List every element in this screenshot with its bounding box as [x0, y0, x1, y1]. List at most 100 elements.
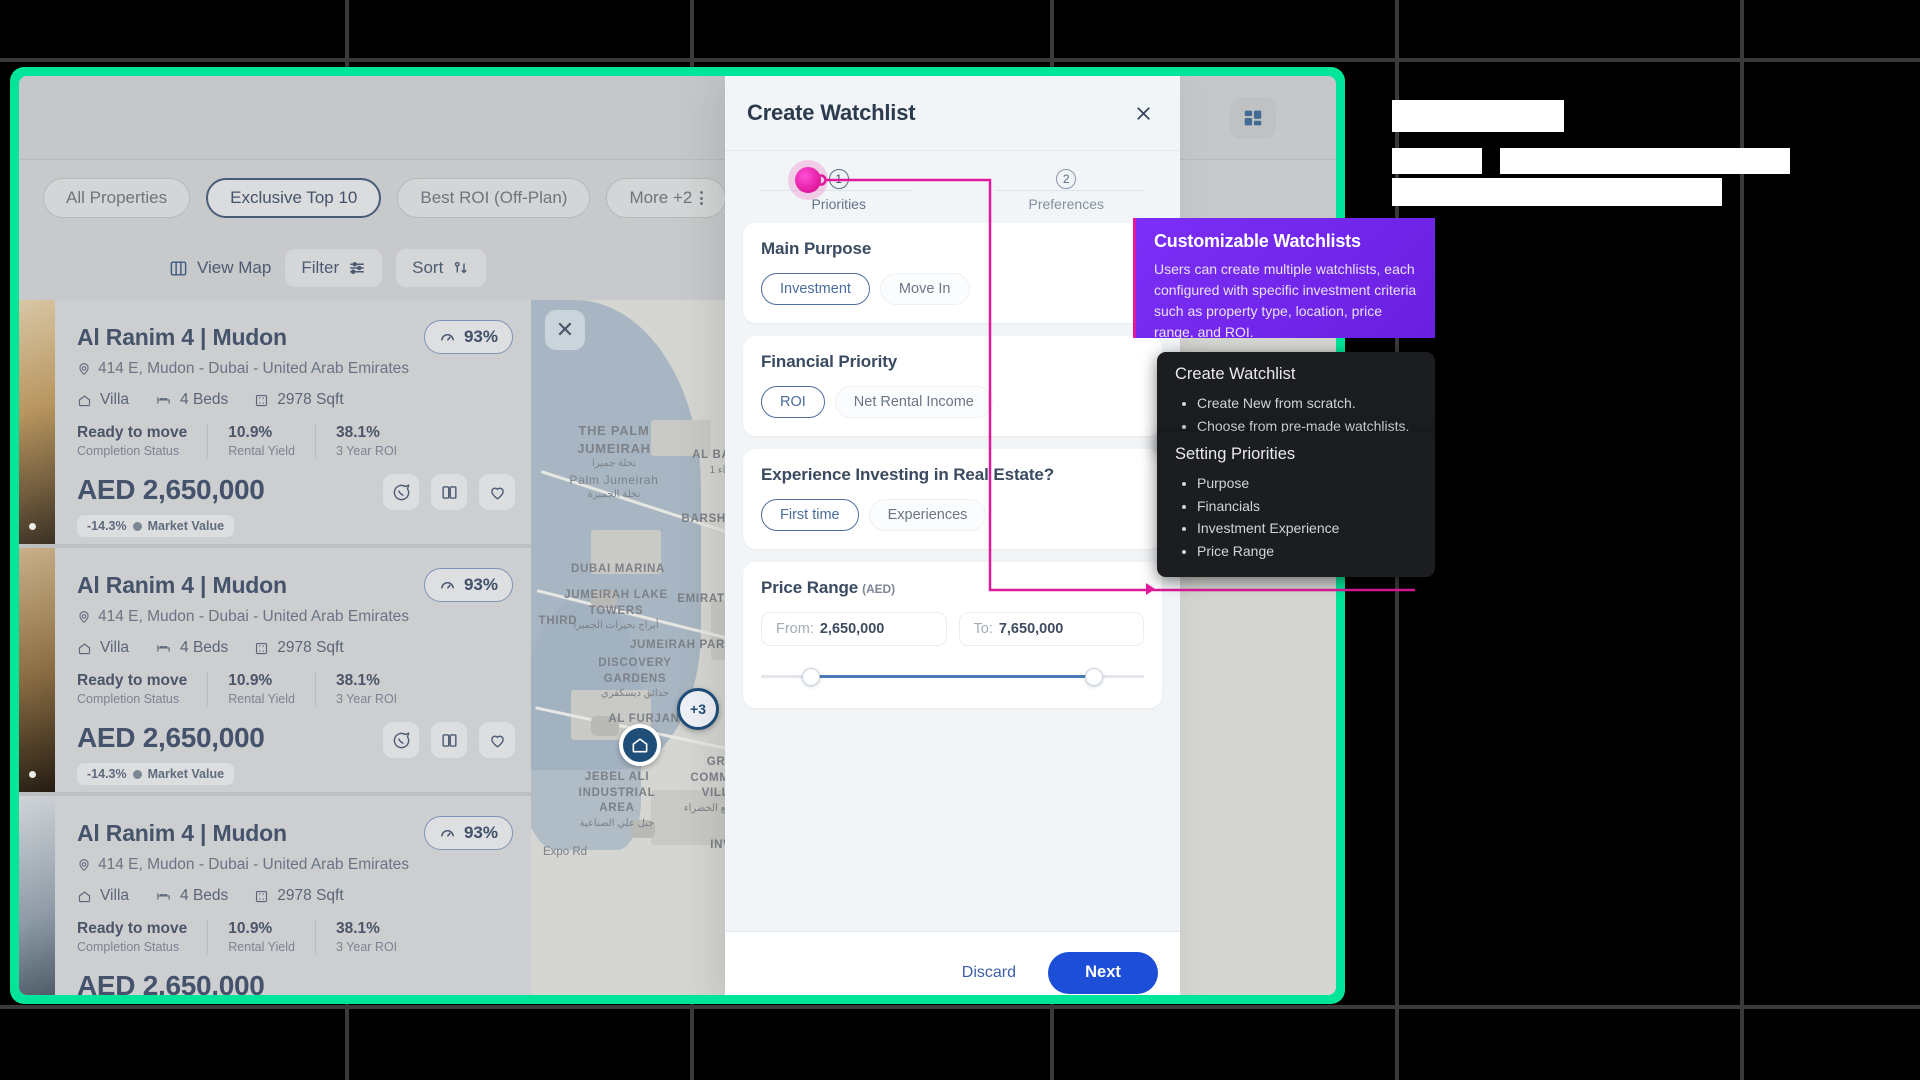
grid-layout-icon[interactable] — [1230, 97, 1276, 139]
spec-type: Villa — [77, 391, 129, 409]
app-viewport: All Properties Exclusive Top 10 Best ROI… — [19, 76, 1336, 995]
card-action-row — [383, 722, 515, 758]
next-button[interactable]: Next — [1048, 951, 1158, 994]
tooltip-item: Purpose — [1197, 472, 1417, 495]
spec-type-text: Villa — [100, 391, 130, 408]
step-number-text: 1 — [835, 171, 843, 186]
tooltip-item: Create New from scratch. — [1197, 392, 1417, 415]
map-label-arabic: حدائق ديسكفري — [600, 688, 670, 700]
sort-button[interactable]: Sort — [396, 249, 487, 287]
property-price: AED 2,650,000 — [77, 970, 265, 995]
price-range-unit: (AED) — [862, 582, 896, 596]
stat-value: 38.1% — [335, 920, 380, 937]
favorite-heart-icon[interactable] — [479, 474, 515, 510]
market-value-badge: -14.3% Market Value — [77, 515, 235, 537]
create-watchlist-modal: Create Watchlist 1 Priorities 2 Preferen… — [725, 76, 1180, 995]
stat-value: 10.9% — [228, 672, 273, 689]
score-text: 93% — [463, 823, 498, 842]
property-thumbnail — [19, 548, 55, 792]
chip-label: Exclusive Top 10 — [230, 188, 358, 207]
spec-beds-text: 4 Beds — [180, 887, 229, 904]
spec-area: 2978 Sqft — [254, 639, 344, 657]
map-pin-cluster[interactable]: +3 — [677, 688, 719, 730]
list-toolbar: View Map Filter Sort — [19, 236, 531, 300]
location-pin-icon — [79, 611, 89, 624]
gauge-icon — [441, 829, 454, 837]
score-text: 93% — [463, 575, 498, 594]
backdrop-gridline — [0, 1005, 1920, 1009]
property-stats: Ready to move Completion Status 10.9% Re… — [77, 424, 511, 458]
option-net-rental-income[interactable]: Net Rental Income — [834, 386, 993, 418]
whatsapp-icon[interactable] — [383, 722, 419, 758]
map-label-arabic: جبل علي الصناعية — [579, 817, 655, 829]
price-from-input[interactable]: From: 2,650,000 — [761, 612, 947, 646]
compare-icon[interactable] — [431, 722, 467, 758]
map-label-text: DISCOVERY GARDENS — [598, 657, 672, 685]
view-map-button[interactable]: View Map — [169, 258, 271, 278]
address-text: 414 E, Mudon - Dubai - United Arab Emira… — [98, 608, 410, 625]
stat-completion: Ready to move Completion Status — [77, 920, 209, 954]
spec-type-text: Villa — [100, 639, 130, 656]
map-label: Palm Jumeirah نخلة الجميرة — [559, 472, 669, 502]
spec-area: 2978 Sqft — [254, 887, 344, 905]
map-label-arabic: نخلة جميرا — [592, 458, 636, 470]
slider-thumb-min[interactable] — [801, 668, 820, 686]
property-address: 414 E, Mudon - Dubai - United Arab Emira… — [77, 856, 511, 874]
favorite-heart-icon[interactable] — [479, 722, 515, 758]
map-label: Expo Rd — [535, 845, 595, 861]
chip-exclusive-top-10[interactable]: Exclusive Top 10 — [206, 178, 382, 218]
map-label: JEBEL ALI INDUSTRIAL AREA جبل علي الصناع… — [565, 770, 669, 830]
score-badge: 93% — [423, 320, 513, 354]
spec-type-text: Villa — [100, 887, 130, 904]
home-icon — [632, 738, 648, 753]
map-close-button[interactable]: ✕ — [545, 310, 585, 350]
spec-area-text: 2978 Sqft — [277, 639, 344, 656]
slider-thumb-max[interactable] — [1085, 668, 1104, 686]
modal-footer: Discard Next — [725, 931, 1180, 995]
section-title: Main Purpose — [761, 239, 872, 258]
chip-best-roi-offplan[interactable]: Best ROI (Off-Plan) — [397, 178, 591, 218]
price-to-input[interactable]: To: 7,650,000 — [958, 612, 1144, 646]
app-window-frame: All Properties Exclusive Top 10 Best ROI… — [10, 67, 1345, 1004]
property-card[interactable]: Al Ranim 4 | Mudon 414 E, Mudon - Dubai … — [19, 300, 531, 548]
stat-completion: Ready to move Completion Status — [77, 424, 209, 458]
close-icon[interactable] — [1128, 98, 1158, 128]
compare-icon[interactable] — [431, 474, 467, 510]
map-pin-property[interactable] — [619, 724, 661, 766]
stat-label: 3 Year ROI — [335, 940, 398, 954]
map-label: THE PALM JUMEIRAH نخلة جميرا — [559, 422, 669, 471]
step-number: 2 — [1056, 168, 1077, 189]
property-address: 414 E, Mudon - Dubai - United Arab Emira… — [77, 360, 511, 378]
option-experienced[interactable]: Experiences — [868, 499, 987, 531]
option-move-in[interactable]: Move In — [879, 273, 970, 305]
market-value-label: Market Value — [147, 519, 225, 533]
property-specs: Villa 4 Beds 2978 Sqft — [77, 887, 511, 905]
modal-body[interactable]: Main Purpose Investment Move In Financia… — [725, 223, 1180, 931]
step-number: 1 — [828, 168, 849, 189]
step-label: Preferences — [1028, 195, 1104, 212]
whatsapp-icon[interactable] — [383, 474, 419, 510]
map-label-text: AL FURJAN — [608, 713, 680, 725]
option-investment[interactable]: Investment — [761, 273, 870, 305]
property-specs: Villa 4 Beds 2978 Sqft — [77, 639, 511, 657]
stat-roi: 38.1% 3 Year ROI — [336, 424, 417, 458]
property-card[interactable]: Al Ranim 4 | Mudon 414 E, Mudon - Dubai … — [19, 796, 531, 995]
stat-completion: Ready to move Completion Status — [77, 672, 209, 706]
property-list[interactable]: Al Ranim 4 | Mudon 414 E, Mudon - Dubai … — [19, 300, 531, 995]
tooltip-title: Create Watchlist — [1175, 365, 1296, 383]
annotation-focus-dot — [795, 167, 821, 193]
info-dot-icon — [132, 521, 142, 531]
property-card[interactable]: Al Ranim 4 | Mudon 414 E, Mudon - Dubai … — [19, 548, 531, 796]
chip-all-properties[interactable]: All Properties — [43, 178, 191, 218]
chip-more[interactable]: More +2 — [606, 178, 727, 218]
step-number-text: 2 — [1062, 171, 1070, 186]
price-range-slider[interactable] — [761, 664, 1144, 690]
info-dot-icon — [132, 769, 142, 779]
filter-button[interactable]: Filter — [285, 249, 383, 287]
option-first-time[interactable]: First time — [761, 499, 859, 531]
stat-label: 3 Year ROI — [335, 444, 398, 458]
stat-value: 10.9% — [228, 424, 273, 441]
discard-button[interactable]: Discard — [948, 956, 1030, 990]
option-roi[interactable]: ROI — [761, 386, 825, 418]
score-badge: 93% — [423, 568, 513, 602]
